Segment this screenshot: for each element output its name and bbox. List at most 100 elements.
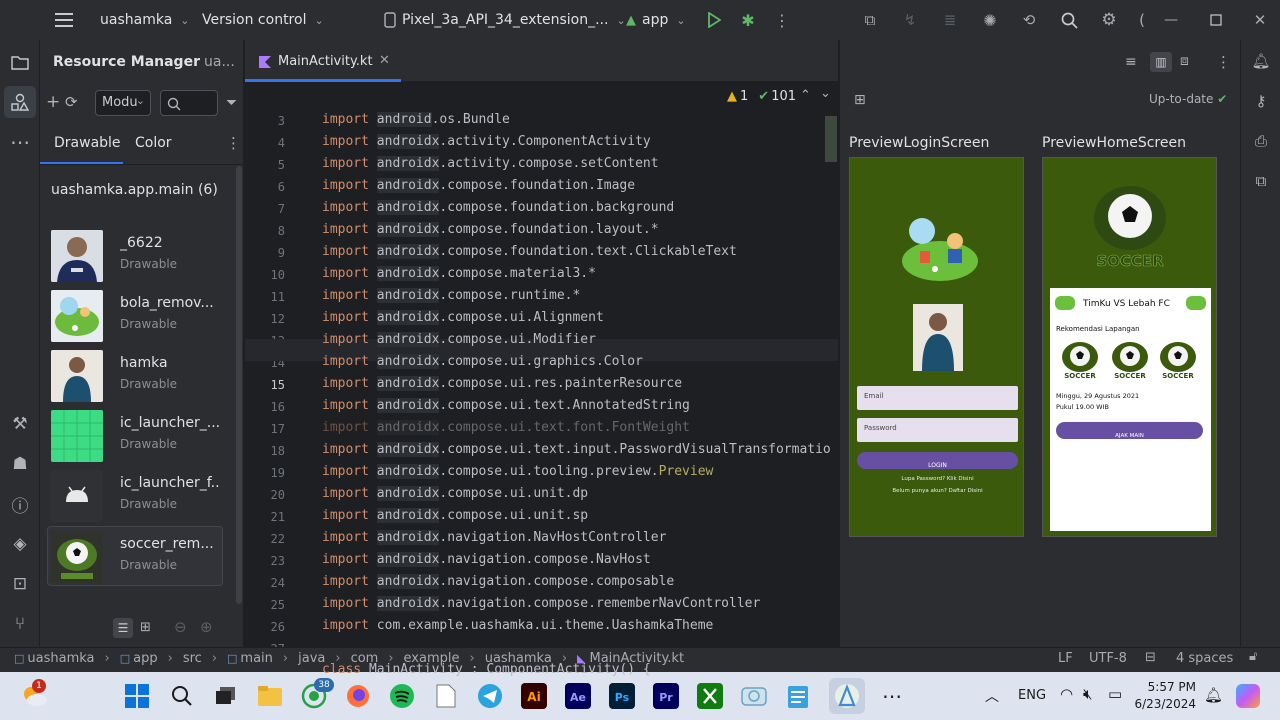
more-horizontal-icon[interactable]: ⋯ bbox=[874, 678, 910, 714]
device-file-explorer-icon[interactable]: ⎙ bbox=[1241, 126, 1280, 156]
search-button[interactable] bbox=[164, 678, 200, 714]
after-effects-app[interactable]: Ae bbox=[560, 678, 596, 714]
code-line[interactable]: import com.example.uashamka.ui.theme.Uas… bbox=[322, 618, 713, 633]
project-selector[interactable]: uashamka ⌄ bbox=[100, 0, 190, 40]
prev-highlight-icon[interactable]: ⌃ bbox=[800, 88, 811, 103]
volume-muted-icon[interactable]: 🔇︎ bbox=[1083, 685, 1092, 703]
email-field[interactable]: Email bbox=[857, 386, 1018, 410]
field-card[interactable]: SOCCER bbox=[1156, 340, 1200, 386]
device-manager-icon[interactable]: ⧉ bbox=[860, 0, 880, 40]
run-icon[interactable] bbox=[704, 0, 724, 40]
whatsapp-app[interactable]: 38 bbox=[296, 678, 334, 714]
terminal-icon[interactable]: ⊡ bbox=[0, 568, 40, 600]
notifications-icon[interactable]: 🔔︎ bbox=[1241, 46, 1280, 76]
line-number[interactable]: 16 bbox=[245, 400, 285, 414]
resource-search-input[interactable] bbox=[160, 90, 218, 116]
field-card[interactable]: SOCCER bbox=[1108, 340, 1152, 386]
resource-item[interactable]: hamka Drawable bbox=[48, 346, 220, 406]
register-link[interactable]: Belum punya akun? Daftar Disini bbox=[850, 488, 1025, 494]
field-card[interactable]: SOCCER bbox=[1058, 340, 1102, 386]
code-view-icon[interactable]: ≡ bbox=[1125, 54, 1137, 70]
assistant-icon[interactable]: ( bbox=[1137, 0, 1147, 40]
tab-drawable[interactable]: Drawable bbox=[40, 126, 123, 164]
close-tab-icon[interactable]: ✕ bbox=[379, 53, 390, 68]
git-icon[interactable]: ⑂ bbox=[0, 608, 40, 640]
debug-icon[interactable]: ✱ bbox=[738, 0, 758, 40]
module-select[interactable]: Modu ⌄ bbox=[95, 90, 151, 116]
code-line[interactable]: import androidx.compose.ui.Modifier bbox=[322, 332, 596, 347]
resource-item[interactable]: _6622 Drawable bbox=[48, 226, 220, 286]
line-separator[interactable]: LF bbox=[1058, 651, 1073, 666]
line-number[interactable]: 25 bbox=[245, 598, 285, 612]
project-folder-icon[interactable] bbox=[0, 46, 40, 78]
app-quality-icon[interactable]: ◈ bbox=[0, 528, 40, 560]
task-view-button[interactable] bbox=[208, 678, 244, 714]
breadcrumb-item[interactable]: src bbox=[183, 651, 202, 666]
preview-login-screen[interactable]: Email Password LOGIN Lupa Password? Klik… bbox=[849, 157, 1024, 537]
code-line[interactable]: import androidx.activity.compose.setCont… bbox=[322, 156, 659, 171]
line-number[interactable]: 6 bbox=[245, 180, 285, 194]
forgot-password-link[interactable]: Lupa Password? Klik Disini bbox=[850, 476, 1025, 482]
login-button[interactable]: LOGIN bbox=[857, 452, 1018, 469]
firefox-app[interactable] bbox=[340, 678, 376, 714]
line-number[interactable]: 22 bbox=[245, 532, 285, 546]
code-line[interactable]: import androidx.compose.ui.tooling.previ… bbox=[322, 464, 713, 479]
line-number[interactable]: 17 bbox=[245, 422, 285, 436]
camera-app[interactable] bbox=[736, 678, 772, 714]
notification-bell-icon[interactable]: 🔔︎ bbox=[1204, 686, 1223, 704]
build-hammer-icon[interactable]: ⚒ bbox=[0, 408, 40, 440]
profiler-icon[interactable]: ✺ bbox=[980, 0, 1000, 40]
spotify-app[interactable] bbox=[384, 678, 420, 714]
line-number[interactable]: 5 bbox=[245, 158, 285, 172]
editorconfig-icon[interactable]: ⊟ bbox=[1145, 650, 1156, 665]
line-number[interactable]: 11 bbox=[245, 290, 285, 304]
resource-item[interactable]: bola_remov... Drawable bbox=[48, 286, 220, 346]
premiere-app[interactable]: Pr bbox=[648, 678, 684, 714]
logcat-icon[interactable]: ☗ bbox=[0, 448, 40, 480]
gradle-icon[interactable]: ⚷ bbox=[1241, 86, 1280, 116]
code-line[interactable]: import androidx.compose.runtime.* bbox=[322, 288, 580, 303]
code-line[interactable]: import androidx.compose.foundation.Image bbox=[322, 178, 635, 193]
weather-widget[interactable]: 1 bbox=[16, 678, 52, 714]
running-devices-icon[interactable]: ⧉ bbox=[1241, 166, 1280, 196]
scrollbar-thumb[interactable] bbox=[825, 116, 837, 162]
line-number[interactable]: 18 bbox=[245, 444, 285, 458]
design-view-icon[interactable]: ⧈ bbox=[1180, 53, 1189, 69]
line-number[interactable]: 21 bbox=[245, 510, 285, 524]
sync-gradle-icon[interactable]: ⟲ bbox=[1018, 0, 1040, 40]
password-field[interactable]: Password bbox=[857, 418, 1018, 442]
battery-icon[interactable]: ▭ bbox=[1108, 685, 1122, 703]
document-app[interactable] bbox=[428, 678, 464, 714]
code-line[interactable]: import androidx.compose.foundation.backg… bbox=[322, 200, 674, 215]
more-vertical-icon[interactable]: ⋮ bbox=[1216, 53, 1231, 71]
code-line[interactable]: class MainActivity : ComponentActivity()… bbox=[322, 662, 651, 677]
notepad-app[interactable] bbox=[780, 678, 816, 714]
tab-mainactivity[interactable]: MainActivity.kt ✕ bbox=[245, 40, 401, 82]
code-line[interactable]: import androidx.compose.ui.res.painterRe… bbox=[322, 376, 682, 391]
code-line[interactable]: import androidx.navigation.compose.compo… bbox=[322, 574, 674, 589]
photoshop-app[interactable]: Ps bbox=[604, 678, 640, 714]
wifi-icon[interactable]: ◠ bbox=[1060, 685, 1073, 703]
lock-icon[interactable]: 🔓︎ bbox=[1249, 649, 1257, 664]
start-button[interactable] bbox=[119, 678, 155, 714]
line-number[interactable]: 26 bbox=[245, 620, 285, 634]
code-line[interactable]: import androidx.compose.ui.text.Annotate… bbox=[322, 398, 690, 413]
more-vertical-icon[interactable]: ⋮ bbox=[774, 0, 790, 40]
illustrator-app[interactable]: Ai bbox=[516, 678, 552, 714]
clock-date[interactable]: 6/23/2024 bbox=[1130, 697, 1196, 711]
inspection-widget[interactable]: ▲ 1 ✔ 101 bbox=[727, 89, 796, 104]
line-number[interactable]: 23 bbox=[245, 554, 285, 568]
more-horizontal-icon[interactable]: ⋯ bbox=[0, 126, 40, 158]
code-line[interactable]: import androidx.compose.ui.unit.sp bbox=[322, 508, 588, 523]
minimize-icon[interactable]: — bbox=[1163, 0, 1179, 40]
file-explorer-app[interactable] bbox=[252, 678, 288, 714]
tab-secondary[interactable]: ua... bbox=[204, 54, 235, 70]
code-line[interactable]: import androidx.navigation.compose.NavHo… bbox=[322, 552, 651, 567]
code-line[interactable]: import androidx.compose.material3.* bbox=[322, 266, 596, 281]
resource-manager-icon[interactable] bbox=[4, 86, 36, 118]
line-number[interactable]: 24 bbox=[245, 576, 285, 590]
line-number[interactable]: 20 bbox=[245, 488, 285, 502]
android-studio-app[interactable] bbox=[829, 678, 865, 714]
line-number[interactable]: 10 bbox=[245, 268, 285, 282]
scrollbar[interactable] bbox=[236, 166, 242, 604]
